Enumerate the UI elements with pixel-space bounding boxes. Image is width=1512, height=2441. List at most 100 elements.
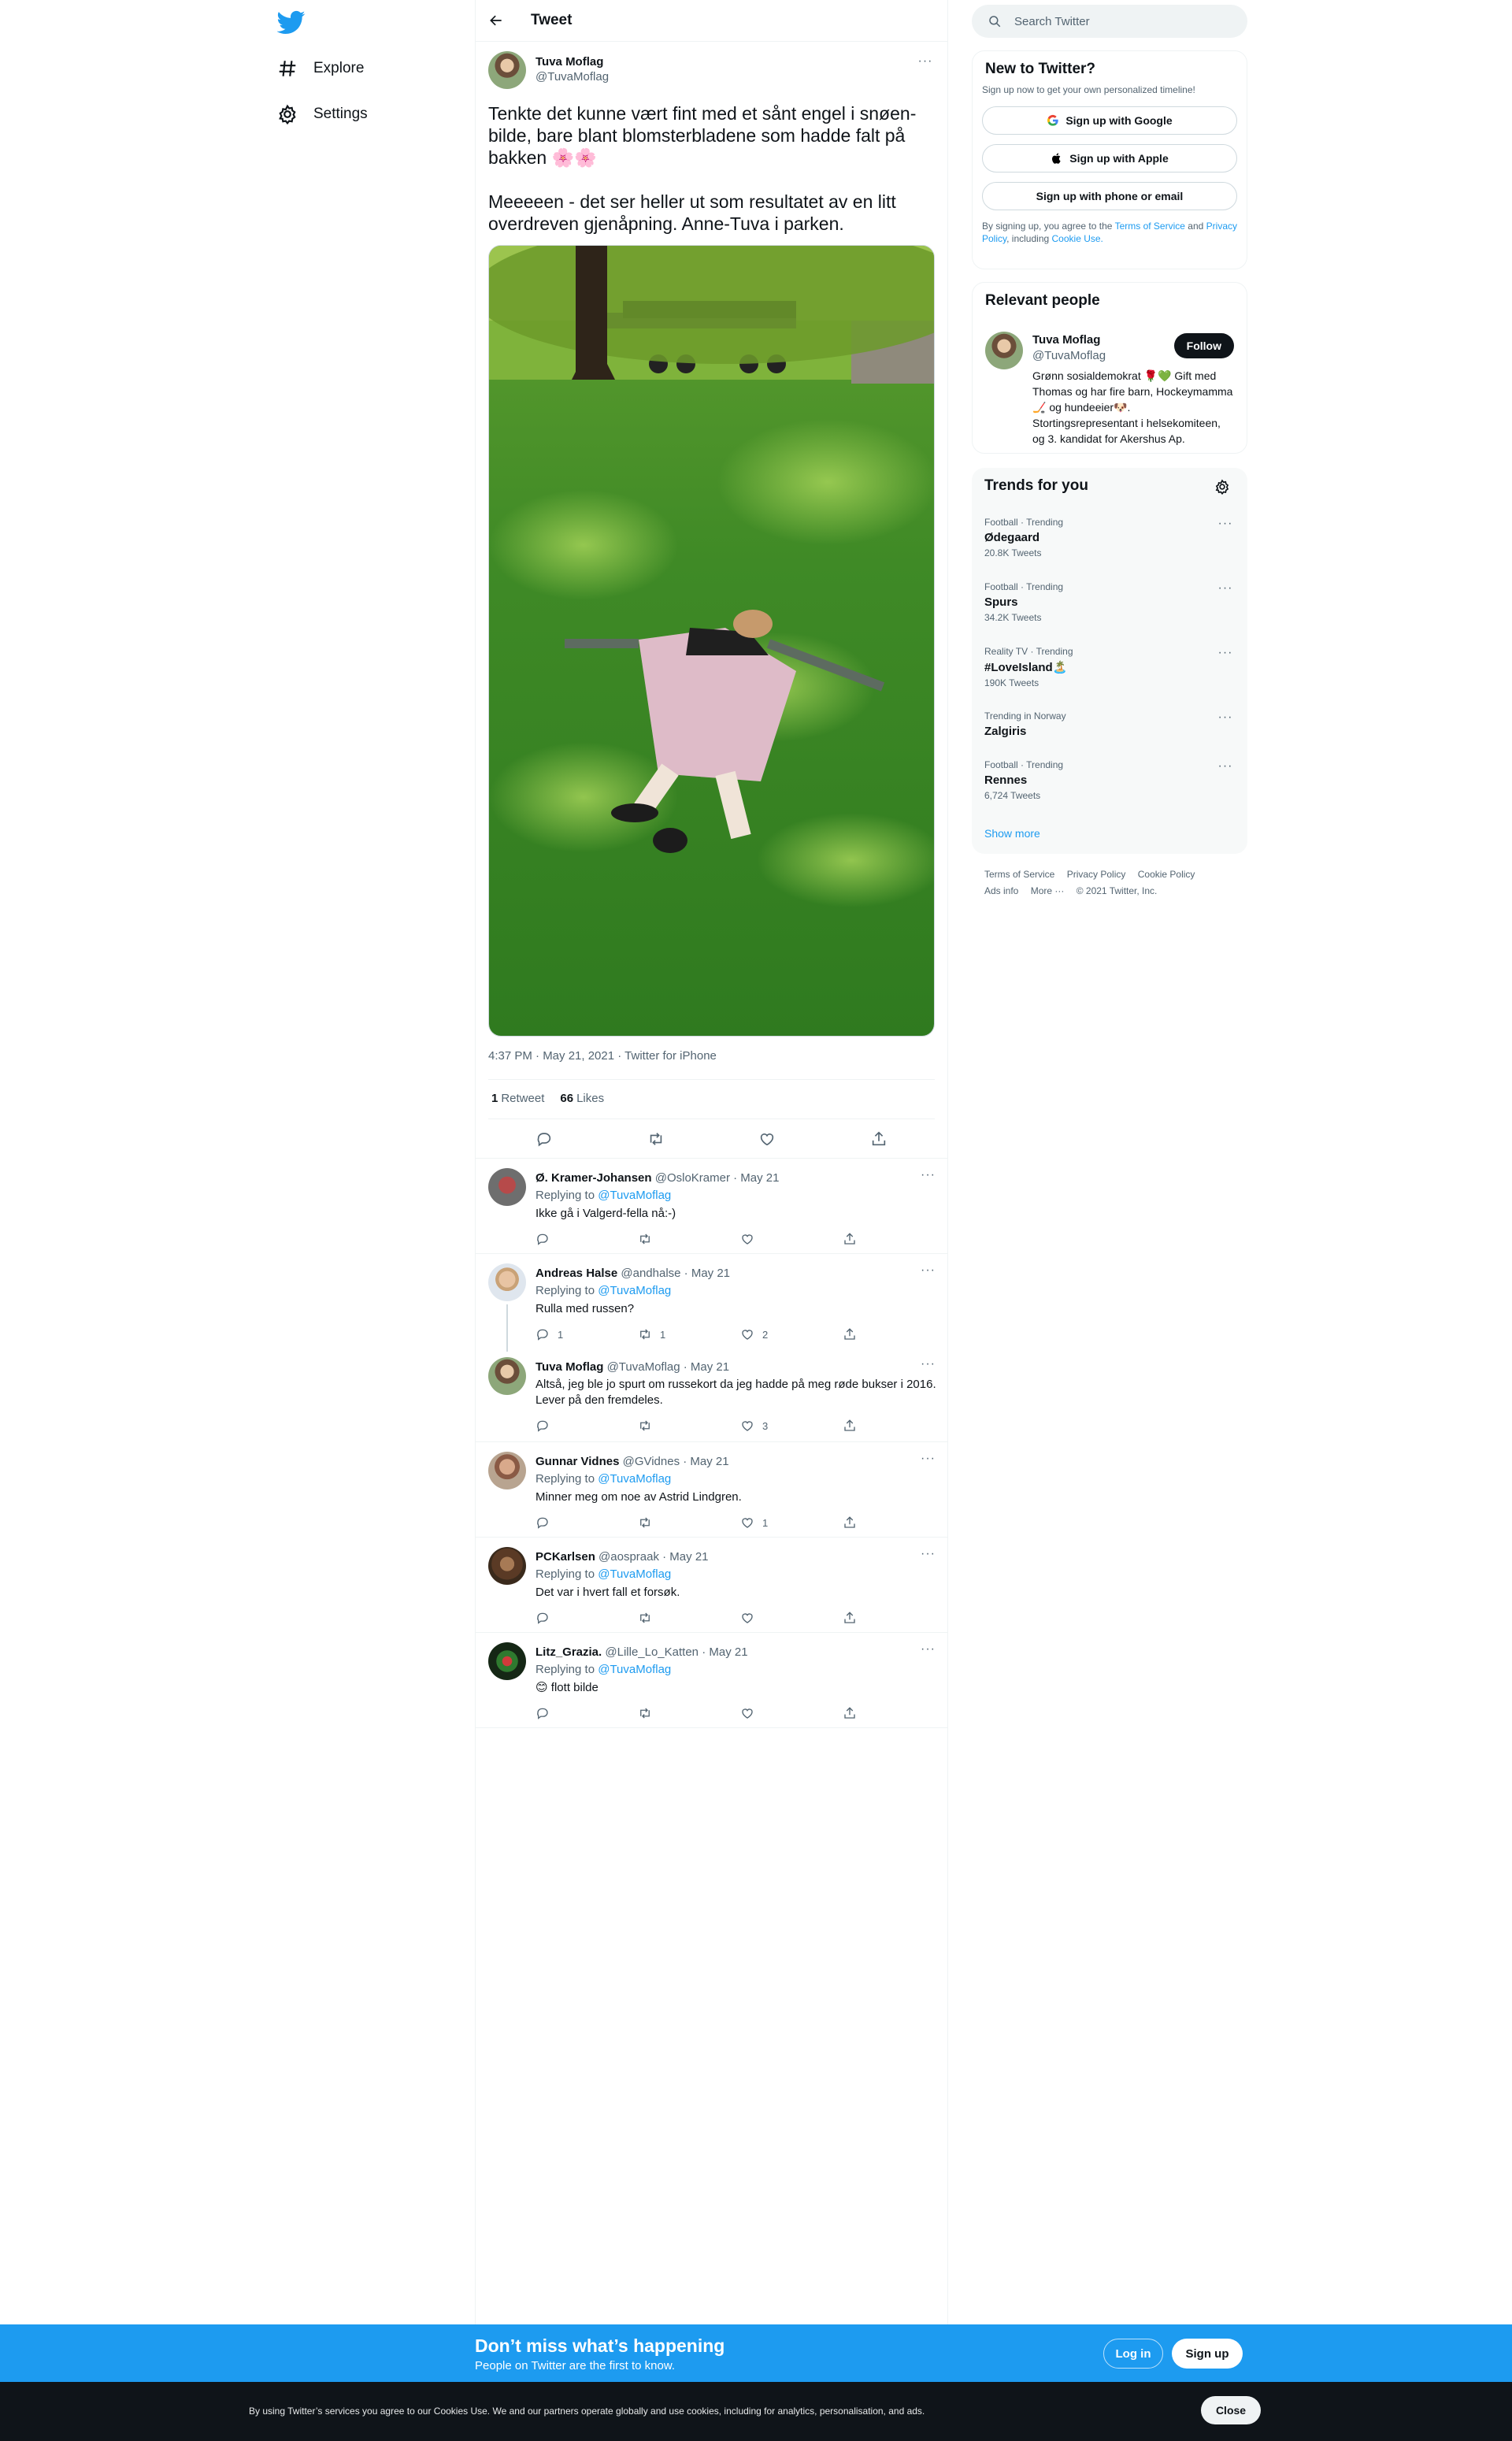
reply-handle[interactable]: @GVidnes · May 21 bbox=[623, 1455, 729, 1468]
more-icon[interactable]: ··· bbox=[921, 1263, 936, 1278]
more-icon[interactable]: ··· bbox=[921, 1168, 936, 1182]
retweet-button[interactable] bbox=[638, 1515, 669, 1530]
footer-ads[interactable]: Ads info bbox=[984, 885, 1018, 896]
show-more-link[interactable]: Show more bbox=[984, 827, 1040, 840]
footer-privacy[interactable]: Privacy Policy bbox=[1067, 869, 1126, 880]
tweet-time[interactable]: 4:37 PM · May 21, 2021 bbox=[488, 1049, 614, 1063]
replying-to-link[interactable]: @TuvaMoflag bbox=[598, 1284, 671, 1297]
nav-settings[interactable]: Settings bbox=[277, 97, 368, 132]
reply-item[interactable]: Litz_Grazia. @Lille_Lo_Katten · May 21 ·… bbox=[476, 1633, 948, 1728]
reply-item[interactable]: Andreas Halse @andhalse · May 21 ··· Rep… bbox=[476, 1254, 948, 1352]
reply-item[interactable]: Tuva Moflag @TuvaMoflag · May 21 ··· Alt… bbox=[476, 1348, 948, 1442]
author-name[interactable]: Tuva Moflag bbox=[536, 55, 603, 69]
more-icon[interactable]: ··· bbox=[921, 1547, 936, 1561]
share-button[interactable] bbox=[843, 1515, 874, 1530]
signup-phone-button[interactable]: Sign up with phone or email bbox=[982, 182, 1237, 210]
avatar[interactable] bbox=[488, 51, 526, 89]
reply-item[interactable]: PCKarlsen @aospraak · May 21 ··· Replyin… bbox=[476, 1538, 948, 1633]
like-button[interactable] bbox=[740, 1231, 772, 1247]
share-button[interactable] bbox=[843, 1326, 874, 1342]
share-button[interactable] bbox=[843, 1705, 874, 1721]
reply-author-name[interactable]: Gunnar Vidnes bbox=[536, 1455, 619, 1468]
replying-to-link[interactable]: @TuvaMoflag bbox=[598, 1472, 671, 1486]
more-icon[interactable]: ··· bbox=[916, 54, 935, 70]
footer-cookie[interactable]: Cookie Policy bbox=[1138, 869, 1195, 880]
signup-button[interactable]: Sign up bbox=[1172, 2339, 1243, 2369]
reply-item[interactable]: Gunnar Vidnes @GVidnes · May 21 ··· Repl… bbox=[476, 1442, 948, 1538]
reply-handle[interactable]: @TuvaMoflag · May 21 bbox=[607, 1360, 730, 1374]
more-icon[interactable]: ··· bbox=[921, 1642, 936, 1656]
reply-author-name[interactable]: Tuva Moflag bbox=[536, 1360, 603, 1374]
reply-button[interactable] bbox=[536, 1610, 567, 1626]
reply-button[interactable]: 1 bbox=[536, 1326, 567, 1342]
like-button[interactable]: 2 bbox=[740, 1326, 772, 1342]
avatar[interactable] bbox=[488, 1263, 526, 1301]
reply-button[interactable] bbox=[536, 1515, 567, 1530]
reply-button[interactable] bbox=[536, 1231, 567, 1247]
retweet-button[interactable] bbox=[638, 1231, 669, 1247]
login-button[interactable]: Log in bbox=[1103, 2339, 1163, 2369]
reply-button[interactable] bbox=[536, 1705, 567, 1721]
relevant-name[interactable]: Tuva Moflag bbox=[1032, 333, 1100, 347]
avatar[interactable] bbox=[985, 332, 1023, 369]
trend-item[interactable]: Football · Trending Ødegaard 20.8K Tweet… bbox=[984, 517, 1235, 580]
twitter-logo-icon[interactable] bbox=[277, 8, 306, 36]
retweet-button[interactable]: 1 bbox=[638, 1326, 669, 1342]
like-button[interactable] bbox=[740, 1610, 772, 1626]
back-arrow-icon[interactable] bbox=[488, 13, 504, 28]
more-icon[interactable]: ··· bbox=[921, 1452, 936, 1466]
reply-handle[interactable]: @OsloKramer · May 21 bbox=[655, 1171, 780, 1185]
retweet-icon[interactable] bbox=[647, 1130, 665, 1148]
author-handle[interactable]: @TuvaMoflag bbox=[536, 70, 609, 83]
reply-author-name[interactable]: Ø. Kramer-Johansen bbox=[536, 1171, 652, 1185]
signup-apple-button[interactable]: Sign up with Apple bbox=[982, 144, 1237, 173]
more-icon[interactable]: ··· bbox=[921, 1357, 936, 1371]
reply-handle[interactable]: @andhalse · May 21 bbox=[621, 1267, 730, 1280]
trend-item[interactable]: Football · Trending Rennes 6,724 Tweets … bbox=[984, 759, 1235, 822]
retweet-button[interactable] bbox=[638, 1418, 669, 1434]
reply-icon[interactable] bbox=[536, 1130, 553, 1148]
close-button[interactable]: Close bbox=[1201, 2396, 1261, 2424]
avatar[interactable] bbox=[488, 1452, 526, 1489]
tweet-source[interactable]: Twitter for iPhone bbox=[624, 1049, 717, 1063]
like-button[interactable]: 3 bbox=[740, 1418, 772, 1434]
reply-handle[interactable]: @Lille_Lo_Katten · May 21 bbox=[605, 1645, 747, 1659]
more-icon[interactable]: ··· bbox=[1216, 710, 1235, 726]
nav-explore[interactable]: Explore bbox=[277, 51, 364, 86]
more-icon[interactable]: ··· bbox=[1216, 581, 1235, 597]
retweet-button[interactable] bbox=[638, 1705, 669, 1721]
more-icon[interactable]: ··· bbox=[1216, 517, 1235, 532]
avatar[interactable] bbox=[488, 1168, 526, 1206]
relevant-handle[interactable]: @TuvaMoflag bbox=[1032, 349, 1106, 362]
more-icon[interactable]: ··· bbox=[1216, 646, 1235, 662]
footer-terms[interactable]: Terms of Service bbox=[984, 869, 1054, 880]
reply-item[interactable]: Ø. Kramer-Johansen @OsloKramer · May 21 … bbox=[476, 1159, 948, 1254]
gear-icon[interactable] bbox=[1214, 479, 1230, 495]
reply-handle[interactable]: @aospraak · May 21 bbox=[598, 1550, 708, 1564]
more-icon[interactable]: ··· bbox=[1216, 759, 1235, 775]
replying-to-link[interactable]: @TuvaMoflag bbox=[598, 1189, 671, 1202]
reply-author-name[interactable]: PCKarlsen bbox=[536, 1550, 595, 1564]
share-button[interactable] bbox=[843, 1231, 874, 1247]
retweet-button[interactable] bbox=[638, 1610, 669, 1626]
reply-author-name[interactable]: Litz_Grazia. bbox=[536, 1645, 602, 1659]
avatar[interactable] bbox=[488, 1547, 526, 1585]
replying-to-link[interactable]: @TuvaMoflag bbox=[598, 1567, 671, 1581]
replying-to-link[interactable]: @TuvaMoflag bbox=[598, 1663, 671, 1676]
trend-item[interactable]: Football · Trending Spurs 34.2K Tweets ·… bbox=[984, 581, 1235, 644]
share-button[interactable] bbox=[843, 1418, 874, 1434]
like-button[interactable] bbox=[740, 1705, 772, 1721]
reply-button[interactable] bbox=[536, 1418, 567, 1434]
avatar[interactable] bbox=[488, 1642, 526, 1680]
likes-stat[interactable]: 66 Likes bbox=[560, 1092, 604, 1105]
signup-google-button[interactable]: Sign up with Google bbox=[982, 106, 1237, 135]
cookie-link[interactable]: Cookie Use. bbox=[1052, 233, 1103, 244]
tweet-photo[interactable] bbox=[488, 245, 935, 1037]
like-icon[interactable] bbox=[758, 1130, 776, 1148]
terms-link[interactable]: Terms of Service bbox=[1115, 221, 1185, 232]
trend-item[interactable]: Reality TV · Trending #LoveIsland🏝️ 190K… bbox=[984, 646, 1235, 709]
follow-button[interactable]: Follow bbox=[1173, 333, 1234, 358]
footer-more[interactable]: More ··· bbox=[1031, 885, 1065, 896]
reply-author-name[interactable]: Andreas Halse bbox=[536, 1267, 617, 1280]
share-button[interactable] bbox=[843, 1610, 874, 1626]
